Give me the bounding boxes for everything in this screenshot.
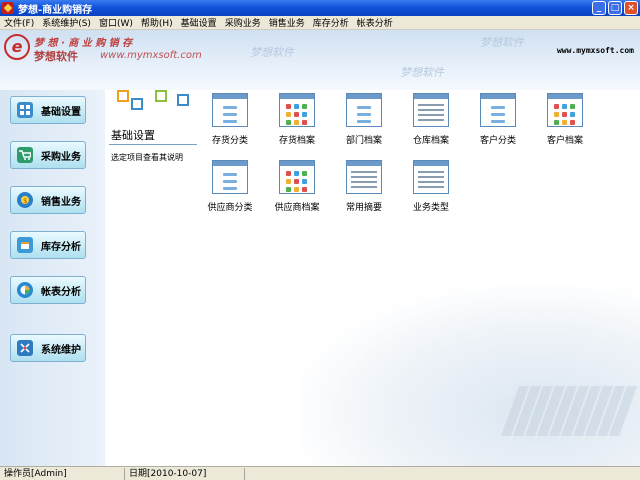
section-decoration <box>111 90 191 116</box>
grid-icon <box>17 102 33 118</box>
menu-window[interactable]: 窗口(W) <box>95 16 137 29</box>
tile-common-summary[interactable]: 常用摘要 <box>334 160 394 213</box>
svg-text:$: $ <box>23 197 27 205</box>
list-icon <box>346 93 382 127</box>
main-panel: 基础设置 选定项目查看其说明 存货分类 存货档案 部门档案 仓库档案 客户分类 <box>105 90 640 466</box>
list-icon <box>212 93 248 127</box>
tile-label: 供应商档案 <box>274 203 320 213</box>
watermark-text: 梦想软件 <box>250 46 294 59</box>
tile-label: 存货档案 <box>278 136 315 146</box>
menu-inventory[interactable]: 库存分析 <box>309 16 353 29</box>
sidebar-item-basic-settings[interactable]: 基础设置 <box>10 96 86 124</box>
grid-icon <box>279 160 315 194</box>
sidebar-item-reports[interactable]: 帐表分析 <box>10 276 86 304</box>
menu-purchase[interactable]: 采购业务 <box>221 16 265 29</box>
tile-supplier-archive[interactable]: 供应商档案 <box>267 160 327 213</box>
sidebar: 基础设置 采购业务 $ 销售业务 库存分析 帐表分析 系统维护 <box>0 90 105 466</box>
tile-label: 业务类型 <box>412 203 449 213</box>
tile-inventory-category[interactable]: 存货分类 <box>200 93 260 146</box>
tile-label: 供应商分类 <box>207 203 253 213</box>
menu-sales[interactable]: 销售业务 <box>265 16 309 29</box>
menu-system[interactable]: 系统维护(S) <box>38 16 95 29</box>
box-icon <box>17 237 33 253</box>
watermark-text: 梦想软件 <box>480 36 524 49</box>
pie-chart-icon <box>17 282 33 298</box>
tile-label: 常用摘要 <box>345 203 382 213</box>
section-hint: 选定项目查看其说明 <box>111 153 183 162</box>
sidebar-item-purchase[interactable]: 采购业务 <box>10 141 86 169</box>
sidebar-item-sales[interactable]: $ 销售业务 <box>10 186 86 214</box>
tile-label: 客户分类 <box>479 136 516 146</box>
site-address: www.mymxsoft.com <box>556 46 634 55</box>
close-button[interactable]: × <box>624 1 638 15</box>
sidebar-item-label: 采购业务 <box>41 151 81 163</box>
tile-inventory-archive[interactable]: 存货档案 <box>267 93 327 146</box>
list-icon <box>212 160 248 194</box>
sidebar-item-inventory[interactable]: 库存分析 <box>10 231 86 259</box>
sidebar-item-label: 系统维护 <box>41 344 81 356</box>
tile-customer-category[interactable]: 客户分类 <box>468 93 528 146</box>
lines-icon <box>413 160 449 194</box>
status-operator: 操作员[Admin] <box>0 467 125 480</box>
tile-label: 部门档案 <box>345 136 382 146</box>
window-title: 梦想-商业购销存 <box>18 4 93 16</box>
menu-help[interactable]: 帮助(H) <box>137 16 177 29</box>
lines-icon <box>346 160 382 194</box>
tile-business-type[interactable]: 业务类型 <box>401 160 461 213</box>
brand-url: www.mymxsoft.com <box>100 50 202 61</box>
sidebar-item-label: 基础设置 <box>41 106 81 118</box>
section-divider <box>109 144 197 145</box>
list-icon <box>480 93 516 127</box>
status-date: 日期[2010-10-07] <box>125 467 245 480</box>
tile-label: 存货分类 <box>211 136 248 146</box>
background-illustration <box>300 286 640 466</box>
section-title: 基础设置 <box>111 129 155 142</box>
menu-basic-settings[interactable]: 基础设置 <box>177 16 221 29</box>
tile-label: 客户档案 <box>546 136 583 146</box>
minimize-button[interactable]: _ <box>592 1 606 15</box>
tools-icon <box>17 340 33 356</box>
coin-icon: $ <box>17 192 33 208</box>
header-banner: e 梦 想 · 商 业 购 销 存 梦想软件 www.mymxsoft.com … <box>0 30 640 90</box>
title-bar: 梦想-商业购销存 _ □ × <box>0 0 640 16</box>
tile-warehouse-archive[interactable]: 仓库档案 <box>401 93 461 146</box>
tile-customer-archive[interactable]: 客户档案 <box>535 93 595 146</box>
tile-supplier-category[interactable]: 供应商分类 <box>200 160 260 213</box>
grid-icon <box>547 93 583 127</box>
sidebar-item-label: 库存分析 <box>41 241 81 253</box>
lines-icon <box>413 93 449 127</box>
menu-reports[interactable]: 帐表分析 <box>353 16 397 29</box>
cart-icon <box>17 147 33 163</box>
brand-slogan: 梦 想 · 商 业 购 销 存 <box>34 38 133 49</box>
sidebar-item-system[interactable]: 系统维护 <box>10 334 86 362</box>
maximize-button[interactable]: □ <box>608 1 622 15</box>
brand-name: 梦想软件 <box>34 50 78 63</box>
tile-label: 仓库档案 <box>412 136 449 146</box>
brand-logo-icon: e <box>4 34 30 60</box>
watermark-text: 梦想软件 <box>400 66 444 79</box>
grid-icon <box>279 93 315 127</box>
tile-department-archive[interactable]: 部门档案 <box>334 93 394 146</box>
menu-bar: 文件(F) 系统维护(S) 窗口(W) 帮助(H) 基础设置 采购业务 销售业务… <box>0 16 640 30</box>
app-logo-icon <box>2 2 14 14</box>
menu-file[interactable]: 文件(F) <box>0 16 38 29</box>
status-bar: 操作员[Admin] 日期[2010-10-07] <box>0 466 640 480</box>
sidebar-item-label: 销售业务 <box>41 196 81 208</box>
sidebar-item-label: 帐表分析 <box>41 286 81 298</box>
